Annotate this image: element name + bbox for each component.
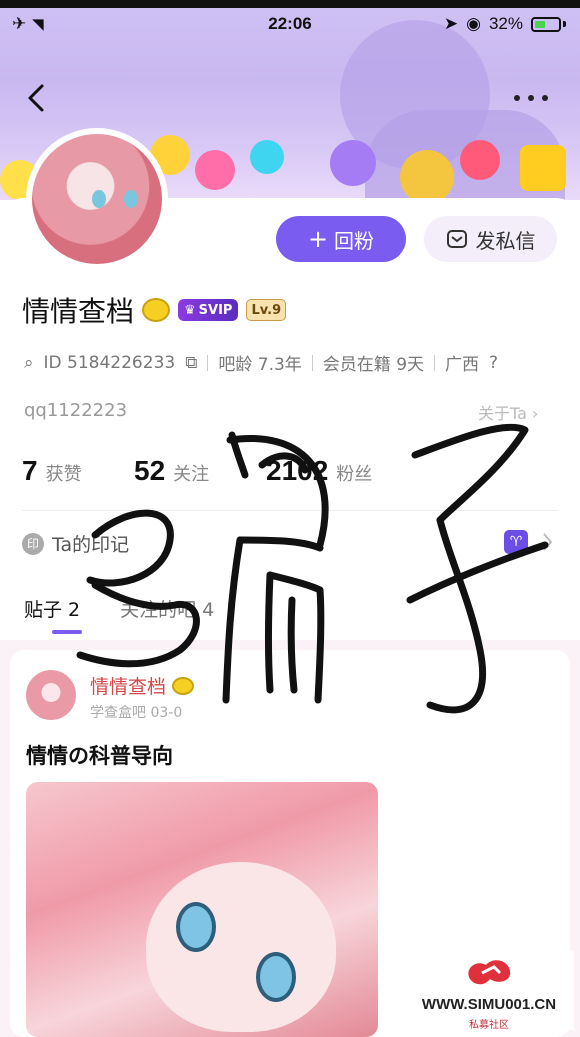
profile-name: 情情查档 <box>22 295 135 328</box>
following-stat[interactable]: 52 关注 <box>134 455 209 487</box>
avatar[interactable] <box>26 128 168 270</box>
divider <box>434 354 436 371</box>
bar-age: 吧龄 7.3年 <box>218 355 302 375</box>
lemon-icon <box>142 298 171 322</box>
level-badge[interactable]: Lv.9 <box>246 299 287 321</box>
battery-percent: 32% <box>488 14 523 33</box>
post-image[interactable] <box>26 782 378 1037</box>
location: 广西 <box>445 355 480 375</box>
post-author-avatar[interactable] <box>26 670 76 720</box>
search-icon: ⌕ <box>24 352 34 373</box>
mark-icon: 印 <box>22 532 44 555</box>
followers-label: 粉丝 <box>336 464 373 485</box>
about-link[interactable]: 关于Ta › <box>478 400 538 424</box>
user-id: ID 5184226233 <box>43 352 176 373</box>
profile-stats: 7 获赞 52 关注 2102 粉丝 <box>22 455 562 495</box>
likes-label: 获赞 <box>45 464 82 485</box>
watermark-subtitle: 私募社区 <box>469 1020 509 1031</box>
marks-row[interactable]: 印 Ta的印记 <box>22 530 129 557</box>
tab-followed-bars[interactable]: 关注的吧 4 <box>120 595 214 622</box>
post-image-art <box>146 862 336 1032</box>
likes-count: 7 <box>22 455 38 486</box>
top-edge <box>0 0 580 8</box>
followers-count: 2102 <box>266 455 329 486</box>
ellipsis-icon[interactable] <box>508 86 554 110</box>
divider <box>22 510 558 511</box>
lemon-icon <box>172 676 195 695</box>
post-image-art <box>176 902 216 952</box>
divider <box>207 354 209 371</box>
orientation-lock-icon: ◉ <box>466 14 481 33</box>
banner-sticker <box>460 140 500 180</box>
banner-sticker <box>250 140 284 174</box>
banner-sticker <box>330 140 376 186</box>
banner-sticker <box>195 150 235 190</box>
profile-meta: ⌕ ID 5184226233 ⧉ 吧龄 7.3年 会员在籍 9天 广西 ? <box>24 350 498 376</box>
post-image-art <box>256 952 296 1002</box>
following-label: 关注 <box>173 464 210 485</box>
avatar-art <box>92 190 106 208</box>
profile-name-row: 情情查档 ♛ SVIP Lv.9 <box>22 290 287 330</box>
battery-tip <box>563 21 566 27</box>
copy-icon[interactable]: ⧉ <box>185 353 197 373</box>
banner-sticker <box>520 145 566 191</box>
post-author-row: 情情查档 <box>90 672 195 699</box>
likes-stat[interactable]: 7 获赞 <box>22 455 82 487</box>
post-author-name[interactable]: 情情查档 <box>90 672 166 699</box>
profile-tabs: 贴子 2 关注的吧 4 <box>24 595 214 622</box>
tab-indicator <box>52 630 82 634</box>
svip-label: SVIP <box>198 302 233 318</box>
crown-icon: ♛ <box>184 302 196 318</box>
divider <box>311 354 313 371</box>
chevron-left-icon[interactable] <box>20 78 56 118</box>
zodiac-aries-icon[interactable]: ♈ <box>504 530 528 554</box>
signature: qq1122223 <box>24 400 128 421</box>
battery-icon <box>531 16 561 32</box>
tab-posts[interactable]: 贴子 2 <box>24 595 80 622</box>
avatar-art <box>124 190 138 208</box>
plus-icon: + <box>307 225 329 253</box>
follow-back-button[interactable]: + 回粉 <box>276 216 406 262</box>
membership-duration: 会员在籍 9天 <box>322 355 425 375</box>
post-title[interactable]: 情情の科普导向 <box>26 740 173 770</box>
watermark-logo-icon <box>468 960 511 985</box>
svip-badge[interactable]: ♛ SVIP <box>178 299 239 321</box>
post-meta: 学查盒吧 03-0 <box>90 705 183 721</box>
chevron-right-icon: › <box>532 404 539 423</box>
send-message-label: 发私信 <box>475 228 536 253</box>
marks-label: Ta的印记 <box>52 534 130 556</box>
follow-back-label: 回粉 <box>334 228 375 253</box>
send-message-button[interactable]: 发私信 <box>424 216 557 262</box>
following-count: 52 <box>134 455 166 486</box>
help-icon[interactable]: ? <box>489 353 498 373</box>
message-icon <box>446 230 467 248</box>
banner-sticker <box>400 150 454 200</box>
watermark-site: WWW.SIMU001.CN <box>421 996 557 1013</box>
about-label: 关于Ta <box>478 404 527 423</box>
chevron-right-icon[interactable] <box>540 530 554 554</box>
location-icon: ➤ <box>443 14 459 33</box>
status-bar: ✈ ︎◥ 22:06 ➤ ◉ 32% <box>0 10 580 40</box>
followers-stat[interactable]: 2102 粉丝 <box>266 455 372 487</box>
